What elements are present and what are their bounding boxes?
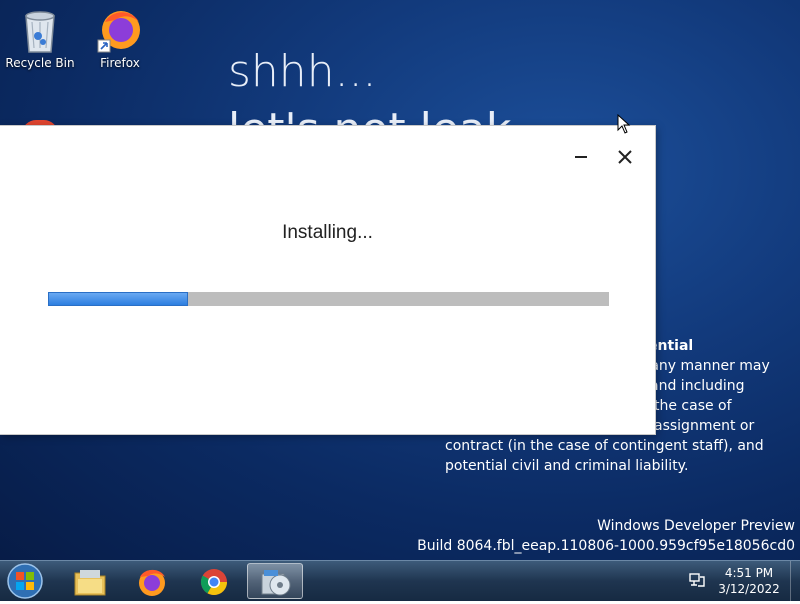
installer-window: Installing... bbox=[0, 126, 655, 434]
taskbar-firefox[interactable] bbox=[124, 563, 180, 599]
chrome-icon bbox=[200, 569, 228, 596]
clock-time: 4:51 PM bbox=[724, 566, 774, 580]
progress-bar bbox=[48, 292, 609, 306]
mouse-cursor-icon bbox=[617, 114, 631, 134]
firefox-icon bbox=[139, 569, 165, 596]
recycle-bin-icon bbox=[25, 11, 55, 53]
taskbar-file-explorer[interactable] bbox=[62, 563, 118, 599]
file-explorer-icon bbox=[74, 570, 106, 596]
close-icon bbox=[618, 150, 632, 164]
start-button[interactable] bbox=[4, 562, 46, 600]
firefox-icon bbox=[97, 11, 140, 53]
network-icon[interactable] bbox=[689, 572, 705, 588]
taskbar: 4:51 PM 3/12/2022 bbox=[0, 560, 800, 601]
minimize-button[interactable] bbox=[570, 146, 592, 168]
confidential-line: contract (in the case of contingent staf… bbox=[445, 438, 764, 454]
show-desktop-button[interactable] bbox=[790, 561, 800, 601]
clock-date: 3/12/2022 bbox=[718, 582, 780, 596]
installer-status: Installing... bbox=[282, 222, 373, 243]
wallpaper-text-line1: shhh... bbox=[228, 46, 377, 97]
build-watermark: Windows Developer Preview Build 8064.fbl… bbox=[417, 516, 795, 556]
windows-logo-icon bbox=[7, 563, 43, 599]
firefox-label: Firefox bbox=[100, 56, 140, 70]
desktop: Recycle Bin Firefox shhh... let's not le… bbox=[0, 0, 800, 560]
progress-fill bbox=[48, 292, 189, 306]
system-clock[interactable]: 4:51 PM 3/12/2022 bbox=[712, 565, 786, 597]
taskbar-installer[interactable] bbox=[247, 563, 303, 599]
taskbar-chrome[interactable] bbox=[186, 563, 242, 599]
build-number: Build 8064.fbl_eeap.110806-1000.959cf95e… bbox=[417, 538, 795, 554]
confidential-line: potential civil and criminal liability. bbox=[445, 458, 689, 474]
build-edition: Windows Developer Preview bbox=[597, 518, 795, 534]
installer-icon bbox=[261, 570, 291, 596]
recycle-bin-label: Recycle Bin bbox=[5, 56, 75, 70]
firefox-shortcut[interactable]: Firefox bbox=[80, 8, 160, 70]
close-button[interactable] bbox=[612, 144, 638, 170]
recycle-bin-shortcut[interactable]: Recycle Bin bbox=[0, 8, 80, 70]
